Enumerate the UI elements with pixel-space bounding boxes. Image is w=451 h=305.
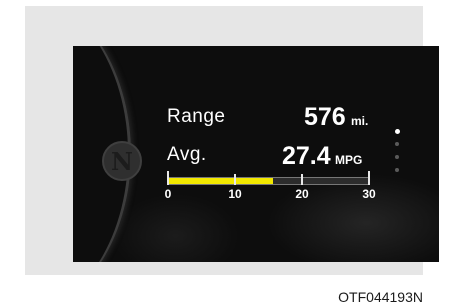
avg-value: 27.4 [282, 142, 331, 170]
gauge-tick-label: 0 [164, 187, 172, 201]
avg-unit: MPG [335, 153, 363, 167]
mode-letter: N [111, 146, 133, 176]
gauge-tick-label: 20 [295, 187, 309, 201]
mode-n-icon: N [102, 141, 142, 181]
range-unit: mi. [351, 114, 369, 128]
page-dot-1 [395, 129, 400, 134]
gauge-tick [301, 174, 303, 185]
cluster-display: N Range 576 mi. Avg. 27.4 MPG 0 10 20 30 [73, 46, 439, 262]
page-dot-2 [395, 142, 399, 146]
avg-label: Avg. [167, 144, 207, 165]
figure-panel: N Range 576 mi. Avg. 27.4 MPG 0 10 20 30 OT… [25, 6, 439, 305]
page-dot-4 [395, 168, 399, 172]
mpg-gauge-fill [168, 178, 273, 184]
mpg-gauge-bar [167, 177, 370, 185]
gauge-tick [368, 171, 370, 185]
gauge-tick-label: 30 [362, 187, 376, 201]
page-dot-3 [395, 155, 399, 159]
range-label: Range [167, 106, 226, 127]
gauge-tick-label: 10 [228, 187, 242, 201]
gauge-tick [234, 174, 236, 185]
gauge-tick [167, 171, 169, 185]
range-value: 576 [304, 103, 346, 131]
